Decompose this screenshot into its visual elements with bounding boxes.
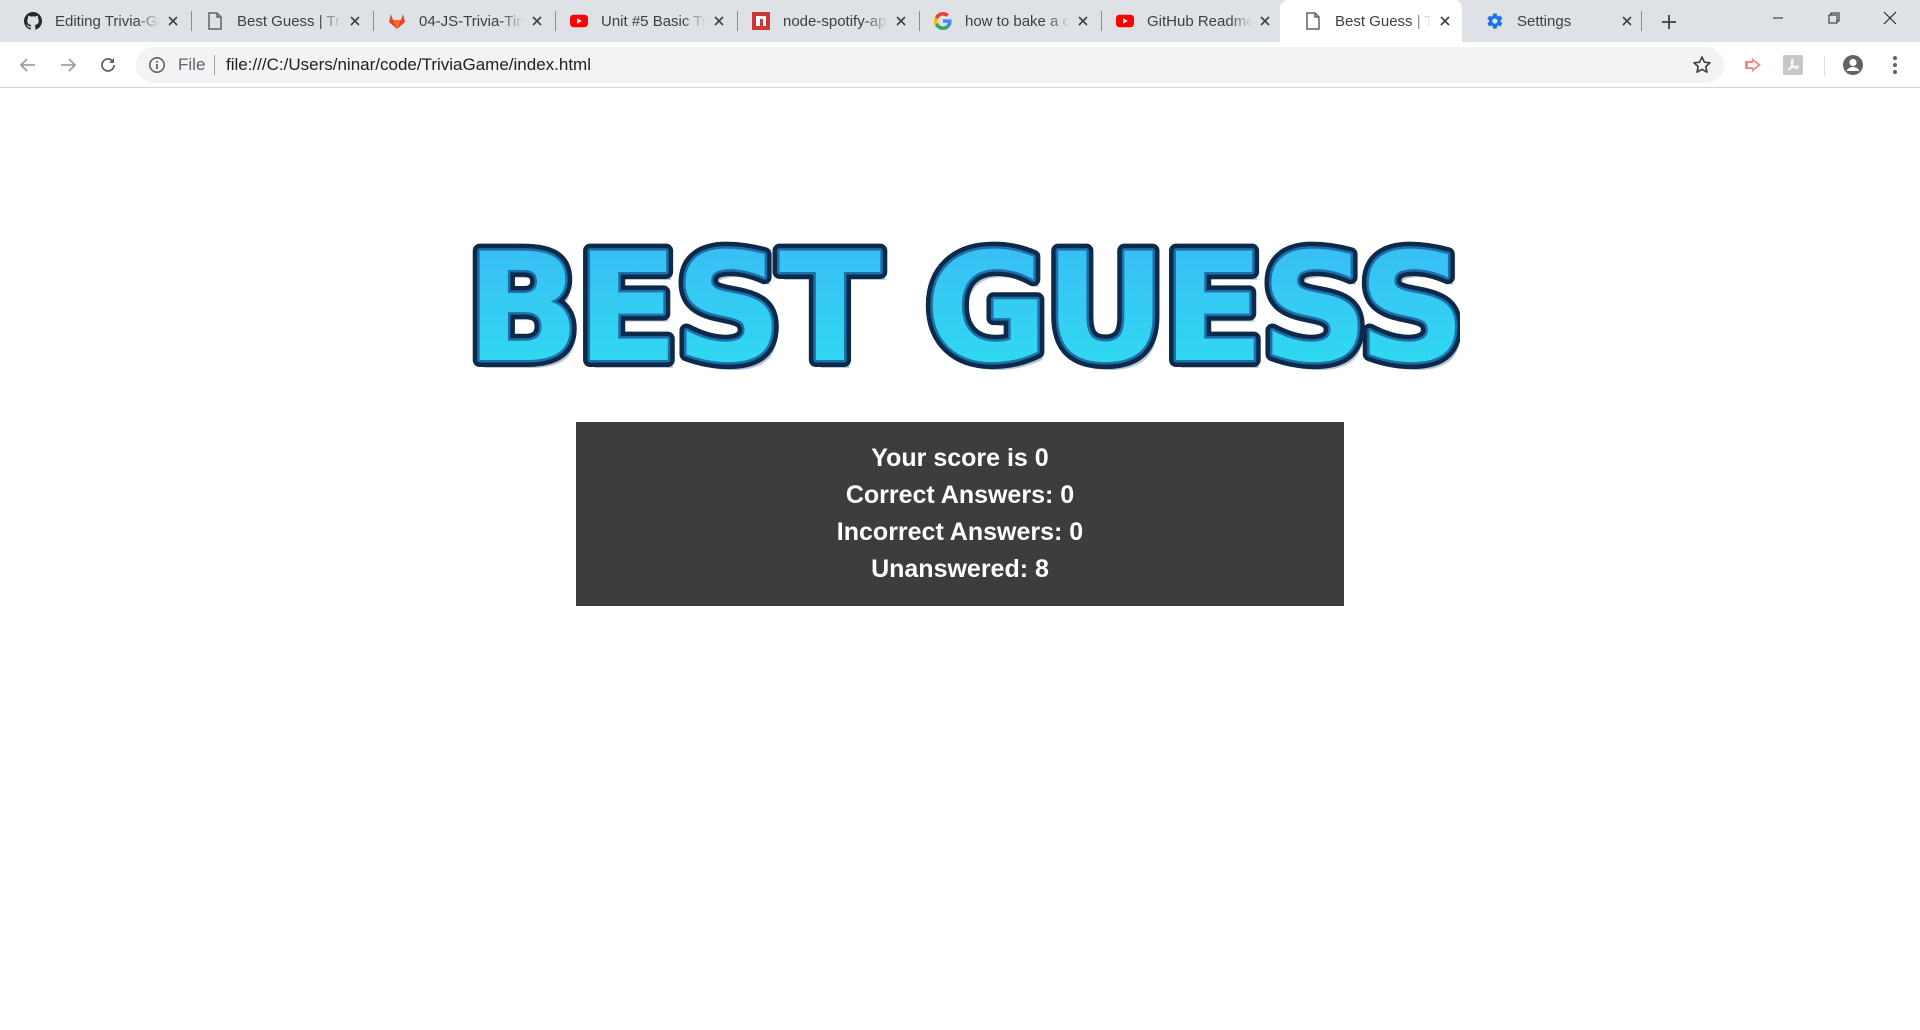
- tab-title: node-spotify-api: [783, 12, 888, 30]
- reload-icon: [101, 58, 115, 72]
- best-guess-logo: BEST GUESS BEST GUESS BEST GUESS BEST GU…: [470, 215, 1460, 390]
- divider: [214, 55, 215, 75]
- tab-unit5-basic-trivia[interactable]: Unit #5 Basic Trivia: [546, 0, 736, 42]
- close-icon[interactable]: [1256, 12, 1274, 30]
- url-text[interactable]: file:///C:/Users/ninar/code/TriviaGame/i…: [226, 56, 591, 74]
- tab-title: Best Guess | Trivia: [237, 12, 342, 30]
- close-icon[interactable]: [1074, 12, 1092, 30]
- close-icon[interactable]: [1618, 12, 1636, 30]
- google-icon: [934, 12, 952, 30]
- gitlab-icon: [388, 12, 406, 30]
- incorrect-answers-text: Incorrect Answers: 0: [836, 518, 1084, 546]
- tab-title: Editing Trivia-Game/README.md: [55, 12, 160, 30]
- close-icon[interactable]: [528, 12, 546, 30]
- tab-google-search[interactable]: how to bake a cake: [910, 0, 1100, 42]
- info-icon[interactable]: [148, 56, 166, 74]
- close-window-button[interactable]: [1862, 0, 1918, 36]
- tab-strip: Editing Trivia-Game/README.md Best Guess…: [0, 0, 1920, 42]
- pdf-extension-icon[interactable]: [1782, 54, 1804, 76]
- minimize-button[interactable]: [1750, 0, 1806, 36]
- address-bar[interactable]: File file:///C:/Users/ninar/code/TriviaG…: [136, 47, 1724, 83]
- tab-title: Best Guess | Trivia: [1335, 12, 1432, 30]
- tab-js-trivia-timed[interactable]: 04-JS-Trivia-Timed: [364, 0, 554, 42]
- tab-best-guess-active[interactable]: Best Guess | Trivia: [1280, 0, 1462, 42]
- document-icon: [1304, 12, 1322, 30]
- close-icon[interactable]: [164, 12, 182, 30]
- reload-button[interactable]: [92, 49, 124, 81]
- tab-title: 04-JS-Trivia-Timed: [419, 12, 524, 30]
- github-icon: [24, 12, 42, 30]
- arrow-right-icon: [61, 58, 77, 72]
- forward-button[interactable]: [52, 49, 84, 81]
- close-icon[interactable]: [346, 12, 364, 30]
- unanswered-text: Unanswered: 8: [871, 555, 1049, 583]
- extension-red-icon[interactable]: [1742, 54, 1764, 76]
- score-text: Your score is 0: [871, 444, 1049, 472]
- tab-title: Settings: [1517, 12, 1572, 30]
- tab-best-guess-1[interactable]: Best Guess | Trivia: [182, 0, 372, 42]
- close-icon[interactable]: [892, 12, 910, 30]
- menu-kebab-icon[interactable]: [1884, 54, 1906, 76]
- close-icon[interactable]: [1436, 12, 1454, 30]
- tab-node-spotify-api[interactable]: node-spotify-api: [728, 0, 918, 42]
- youtube-icon: [1116, 12, 1134, 30]
- bookmark-star-icon[interactable]: [1692, 55, 1712, 75]
- tab-title: GitHub Readme: [1147, 12, 1252, 30]
- profile-avatar-icon[interactable]: [1842, 54, 1864, 76]
- tab-editing-trivia[interactable]: Editing Trivia-Game/README.md: [0, 0, 190, 42]
- page-content: BEST GUESS BEST GUESS BEST GUESS BEST GU…: [0, 88, 1920, 1030]
- correct-answers-text: Correct Answers: 0: [845, 481, 1075, 509]
- tab-title: how to bake a cake: [965, 12, 1070, 30]
- back-button[interactable]: [12, 49, 44, 81]
- tab-settings[interactable]: Settings: [1462, 0, 1644, 42]
- tab-title: Unit #5 Basic Trivia: [601, 12, 706, 30]
- settings-gear-icon: [1486, 12, 1504, 30]
- new-tab-button[interactable]: [1656, 9, 1682, 35]
- scheme-label: File: [178, 55, 206, 74]
- npm-icon: [752, 12, 770, 30]
- document-icon: [206, 12, 224, 30]
- restore-button[interactable]: [1806, 0, 1862, 36]
- arrow-left-icon: [19, 58, 35, 72]
- tab-github-readme[interactable]: GitHub Readme: [1092, 0, 1282, 42]
- results-panel: Your score is 0 Correct Answers: 0 Incor…: [576, 422, 1344, 606]
- tab-separator: [1641, 11, 1642, 31]
- close-icon: [1883, 11, 1897, 25]
- restore-icon: [1828, 12, 1840, 24]
- browser-toolbar: File file:///C:/Users/ninar/code/TriviaG…: [0, 42, 1920, 88]
- toolbar-divider: [1824, 56, 1825, 76]
- plus-icon: [1662, 15, 1676, 29]
- logo-text: BEST GUESS: [470, 222, 1460, 390]
- youtube-icon: [570, 12, 588, 30]
- minimize-icon: [1773, 17, 1783, 19]
- close-icon[interactable]: [710, 12, 728, 30]
